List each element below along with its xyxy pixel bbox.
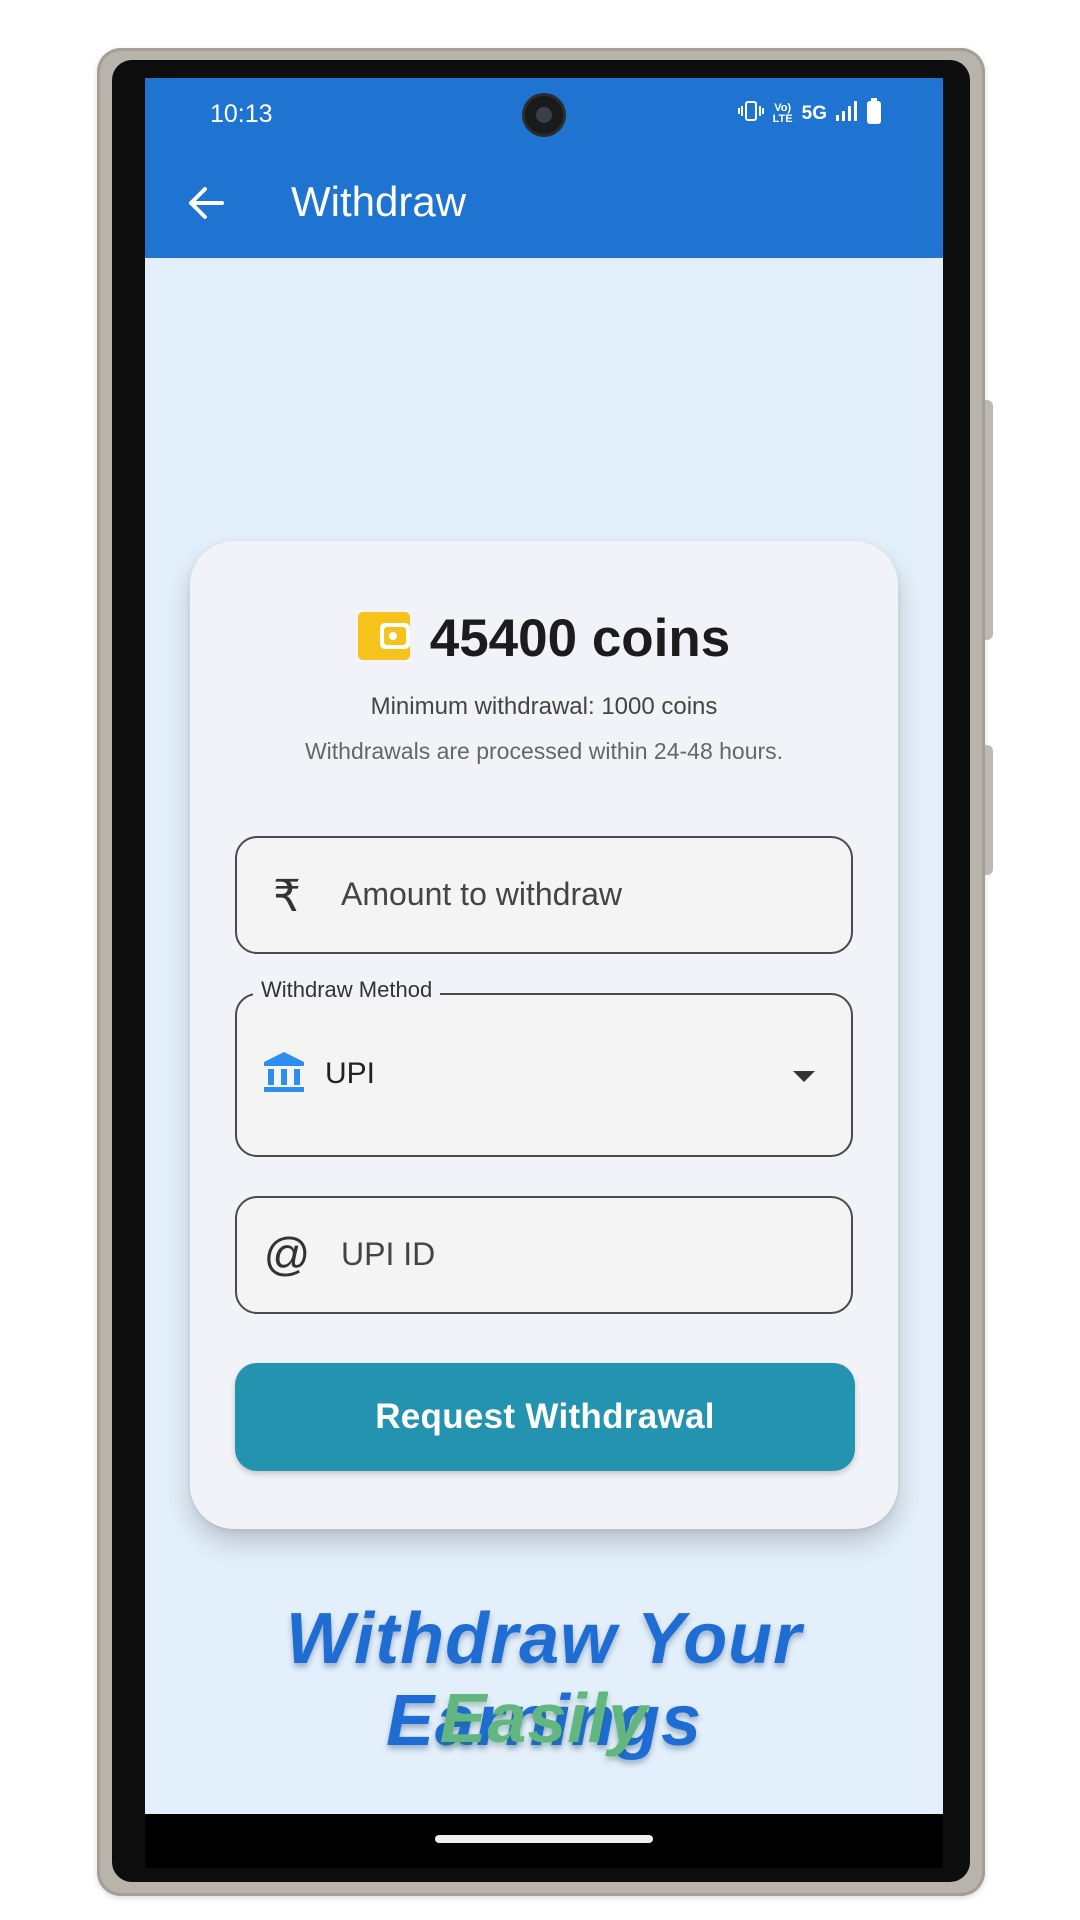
minimum-withdrawal-text: Minimum withdrawal: 1000 coins [370, 693, 718, 720]
signal-icon [835, 100, 859, 127]
status-icons: Vo) LTE 5G [737, 98, 881, 129]
home-indicator[interactable] [435, 1835, 653, 1843]
withdraw-method-label: Withdraw Method [253, 977, 441, 1003]
amount-placeholder: Amount to withdraw [341, 876, 623, 912]
status-time: 10:13 [210, 100, 273, 128]
balance-text: 45400 coins [429, 608, 731, 668]
power-button [985, 400, 993, 640]
app-bar: Withdraw [145, 148, 943, 258]
request-withdrawal-button[interactable]: Request Withdrawal [235, 1363, 855, 1471]
screen: 10:13 Vo) LTE 5G Withdraw 45400 coins Mi… [145, 78, 943, 1814]
page-title: Withdraw [291, 178, 467, 225]
wallet-icon [357, 611, 410, 665]
volume-button [985, 745, 993, 875]
processing-time-text: Withdrawals are processed within 24-48 h… [304, 738, 784, 764]
status-bar: 10:13 Vo) LTE 5G [145, 78, 943, 148]
amount-input[interactable]: ₹ Amount to withdraw [235, 836, 853, 954]
back-button[interactable] [179, 176, 233, 230]
balance-row: 45400 coins [190, 606, 898, 670]
upi-id-placeholder: UPI ID [341, 1236, 436, 1272]
withdraw-card: 45400 coins Minimum withdrawal: 1000 coi… [190, 541, 898, 1529]
promo-subheadline: Easily [439, 1679, 649, 1757]
bank-icon [261, 1049, 307, 1095]
upi-id-input[interactable]: @ UPI ID [235, 1196, 853, 1314]
5g-icon: 5G [801, 102, 827, 124]
selected-method: UPI [325, 1057, 376, 1090]
navigation-bar [145, 1814, 943, 1868]
at-icon: @ [263, 1228, 311, 1280]
rupee-icon: ₹ [273, 871, 301, 921]
front-camera [525, 96, 563, 134]
battery-icon [867, 98, 881, 129]
volte-icon: Vo) LTE [772, 101, 793, 125]
withdraw-method-select[interactable]: Withdraw Method UPI [235, 977, 853, 1157]
dropdown-arrow-icon[interactable] [793, 1071, 815, 1082]
back-arrow-icon [189, 187, 224, 219]
vibrate-icon [737, 100, 764, 127]
